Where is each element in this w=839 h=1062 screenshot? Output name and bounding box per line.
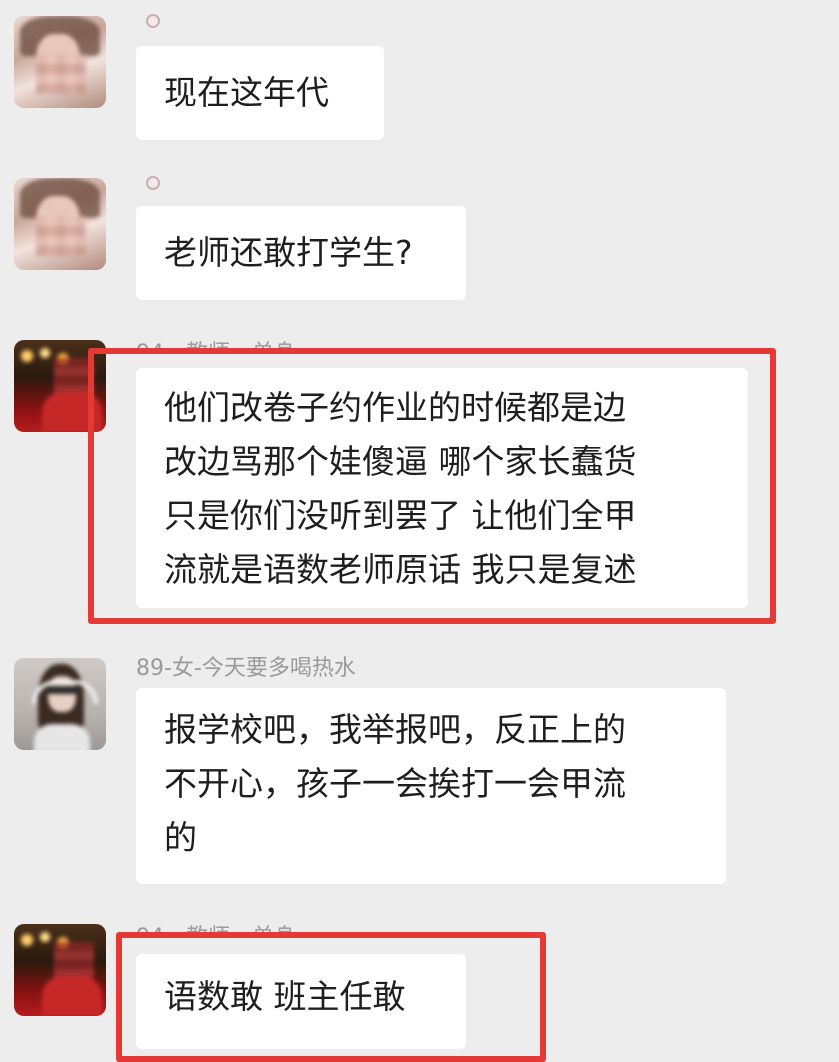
- message-bubble[interactable]: 他们改卷子约作业的时候都是边 改边骂那个娃傻逼 哪个家长蠢货 只是你们没听到罢了…: [136, 368, 748, 608]
- sender-name: 89-女-今天要多喝热水: [136, 656, 356, 681]
- message-text-line: 改边骂那个娃傻逼 哪个家长蠢货: [164, 442, 637, 481]
- message-bubble[interactable]: 现在这年代: [136, 46, 384, 140]
- status-dot: [146, 176, 160, 190]
- chat-message: 现在这年代: [0, 0, 839, 150]
- sender-name: 94～教师～单身: [136, 921, 296, 935]
- avatar[interactable]: [14, 924, 106, 1016]
- message-text-line: 流就是语数老师原话 我只是复述: [164, 550, 637, 589]
- avatar[interactable]: [14, 658, 106, 750]
- sender-name: 94～教师～单身: [136, 337, 296, 351]
- avatar[interactable]: [14, 178, 106, 270]
- avatar[interactable]: [14, 16, 106, 108]
- message-text-line: 的: [164, 818, 197, 857]
- message-text-line: 不开心，孩子一会挨打一会甲流: [164, 764, 626, 803]
- avatar[interactable]: [14, 340, 106, 432]
- message-text-line: 他们改卷子约作业的时候都是边: [164, 388, 626, 427]
- message-bubble[interactable]: 老师还敢打学生?: [136, 206, 466, 300]
- message-text: 老师还敢打学生?: [164, 233, 413, 272]
- message-bubble[interactable]: 报学校吧，我举报吧，反正上的 不开心，孩子一会挨打一会甲流 的: [136, 688, 726, 884]
- message-text: 现在这年代: [164, 73, 329, 112]
- message-bubble[interactable]: 语数敢 班主任敢: [136, 954, 466, 1049]
- message-text-line: 报学校吧，我举报吧，反正上的: [164, 710, 626, 749]
- status-dot: [146, 14, 160, 28]
- message-text-line: 只是你们没听到罢了 让他们全甲: [164, 496, 637, 535]
- message-text: 语数敢 班主任敢: [164, 977, 406, 1016]
